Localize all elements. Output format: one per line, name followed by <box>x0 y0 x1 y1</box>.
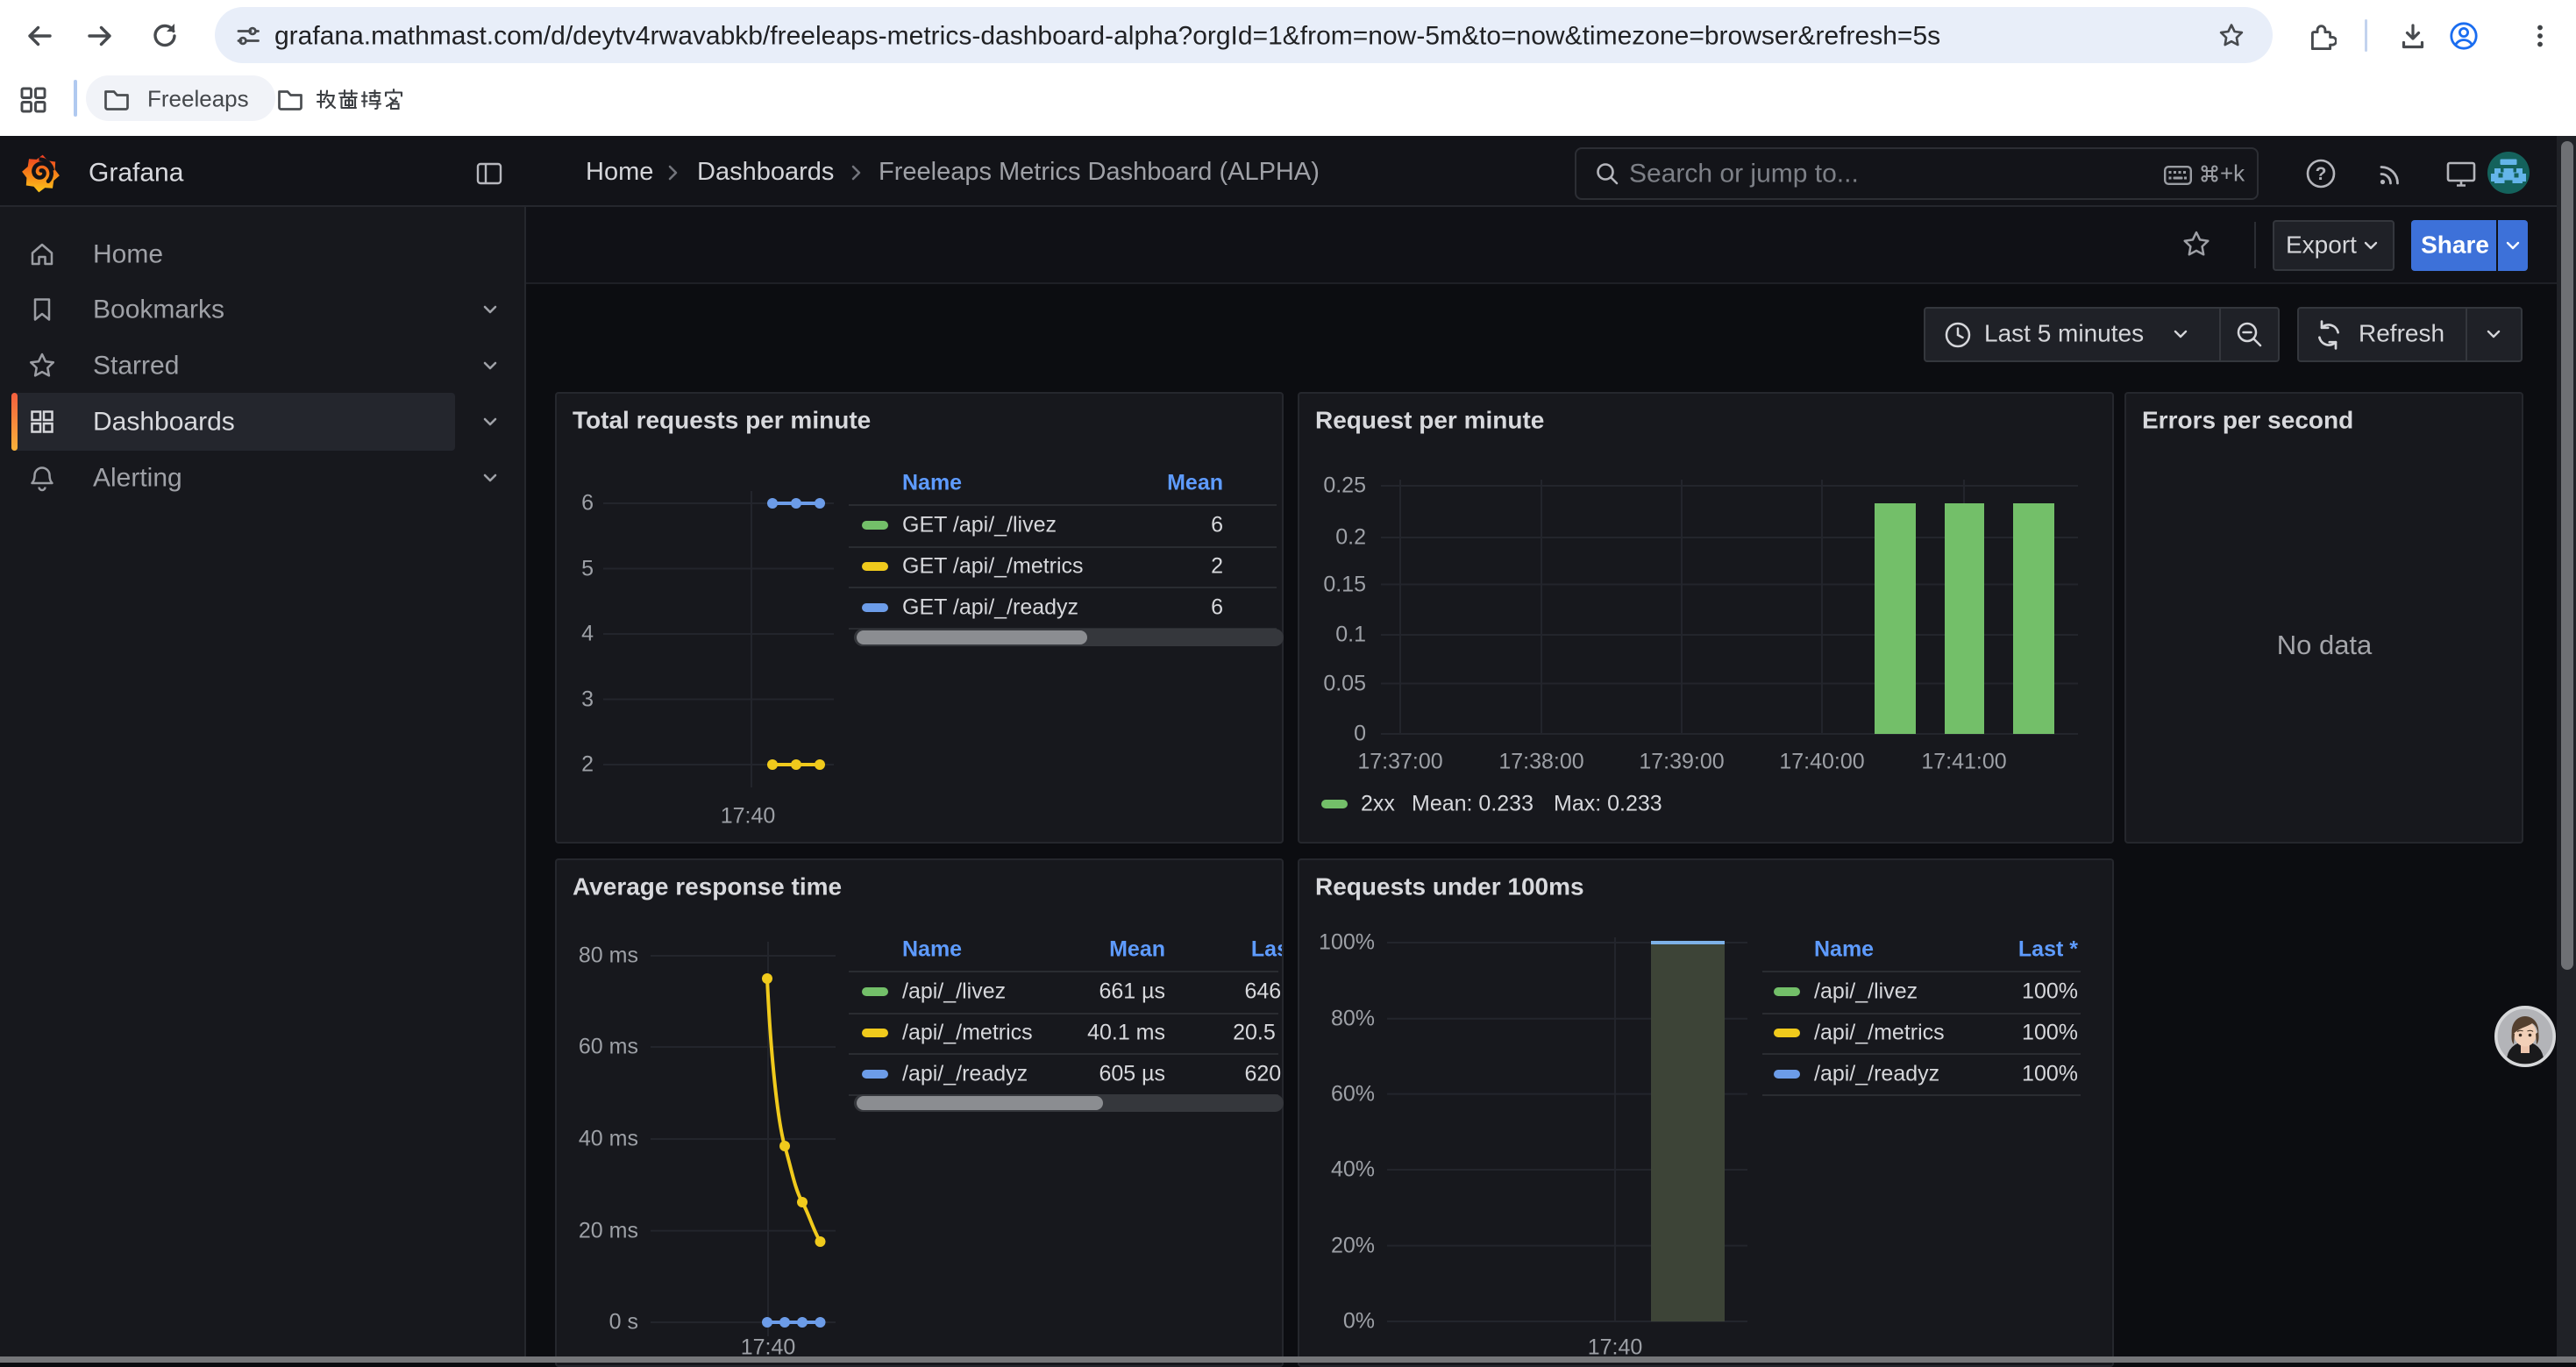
svg-text:?: ? <box>2316 164 2327 184</box>
